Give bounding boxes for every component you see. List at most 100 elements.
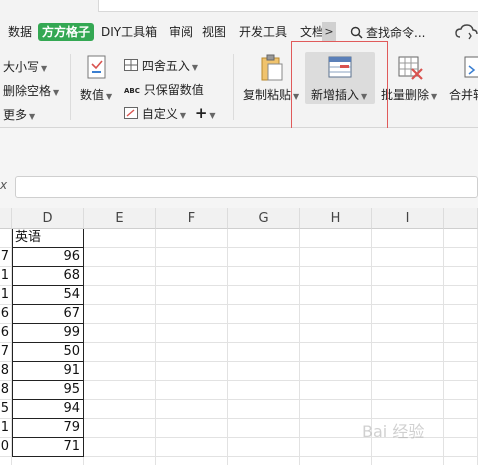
cell-c-value[interactable]: 0: [0, 438, 12, 457]
cell-empty[interactable]: [84, 381, 156, 400]
cell-d-value[interactable]: 95: [12, 381, 84, 400]
cell-d-header[interactable]: 英语: [12, 229, 84, 248]
cell-empty[interactable]: [372, 286, 444, 305]
cell-empty[interactable]: [156, 438, 228, 457]
cell-empty[interactable]: [300, 324, 372, 343]
menu-fangfang[interactable]: 方方格子: [38, 23, 95, 41]
command-search[interactable]: 查找命令...: [350, 23, 425, 41]
cell-empty[interactable]: [444, 267, 478, 286]
menu-view[interactable]: 视图: [202, 23, 226, 41]
batch-delete-button[interactable]: 批量删除 ▼: [378, 52, 440, 108]
cell-empty[interactable]: [0, 457, 12, 465]
menu-developer[interactable]: 开发工具: [239, 23, 287, 41]
cell-empty[interactable]: [444, 286, 478, 305]
cell-empty[interactable]: [228, 457, 300, 465]
cell-empty[interactable]: [372, 457, 444, 465]
cell-empty[interactable]: [372, 381, 444, 400]
more-button[interactable]: 更多 ▼: [3, 106, 35, 123]
document-tab[interactable]: [98, 0, 478, 12]
cell-empty[interactable]: [228, 267, 300, 286]
cell-empty[interactable]: [12, 457, 84, 465]
cell-empty[interactable]: [372, 305, 444, 324]
cell-empty[interactable]: [444, 248, 478, 267]
cell-empty[interactable]: [156, 362, 228, 381]
cell-c-value[interactable]: 7: [0, 343, 12, 362]
menu-scroll-right[interactable]: >: [322, 22, 336, 42]
cell-empty[interactable]: [300, 305, 372, 324]
cell-empty[interactable]: [300, 381, 372, 400]
cell-empty[interactable]: [444, 305, 478, 324]
value-button[interactable]: 数值 ▼: [76, 52, 116, 108]
cell-empty[interactable]: [300, 400, 372, 419]
cell-empty[interactable]: [228, 286, 300, 305]
menu-review[interactable]: 审阅: [169, 23, 193, 41]
cell-empty[interactable]: [300, 267, 372, 286]
cell-empty[interactable]: [228, 419, 300, 438]
cell-empty[interactable]: [228, 381, 300, 400]
remove-space-button[interactable]: 删除空格 ▼: [3, 82, 59, 99]
column-header-f[interactable]: F: [156, 208, 228, 229]
cell-d-value[interactable]: 54: [12, 286, 84, 305]
cell-c-value[interactable]: 7: [0, 248, 12, 267]
cell-empty[interactable]: [300, 457, 372, 465]
cell-empty[interactable]: [228, 343, 300, 362]
cell-empty[interactable]: [372, 400, 444, 419]
cell-empty[interactable]: [444, 343, 478, 362]
menu-document[interactable]: 文档: [300, 23, 322, 41]
cell-c-value[interactable]: 6: [0, 324, 12, 343]
copy-paste-button[interactable]: 复制粘贴 ▼: [239, 52, 299, 108]
cell-empty[interactable]: [300, 362, 372, 381]
cell-empty[interactable]: [300, 248, 372, 267]
column-header-g[interactable]: G: [228, 208, 300, 229]
menu-data[interactable]: 数据: [8, 23, 32, 41]
cell-d-value[interactable]: 67: [12, 305, 84, 324]
cell-empty[interactable]: [84, 324, 156, 343]
cell-c-value[interactable]: 8: [0, 381, 12, 400]
cell-empty[interactable]: [228, 305, 300, 324]
cell-d-value[interactable]: 68: [12, 267, 84, 286]
plus-icon[interactable]: +: [195, 104, 208, 122]
cell-empty[interactable]: [372, 324, 444, 343]
cell-d-value[interactable]: 79: [12, 419, 84, 438]
cell-empty[interactable]: [156, 248, 228, 267]
cell-empty[interactable]: [84, 457, 156, 465]
cell-c-value[interactable]: 8: [0, 362, 12, 381]
cell-empty[interactable]: [444, 362, 478, 381]
cell-empty[interactable]: [444, 324, 478, 343]
cell-empty[interactable]: [372, 362, 444, 381]
cell-empty[interactable]: [156, 305, 228, 324]
cell-empty[interactable]: [84, 343, 156, 362]
cell-empty[interactable]: [156, 286, 228, 305]
cell-empty[interactable]: [156, 267, 228, 286]
column-header-c[interactable]: [0, 208, 12, 229]
cell-empty[interactable]: [84, 305, 156, 324]
column-header-e[interactable]: E: [84, 208, 156, 229]
keep-value-button[interactable]: ABC 只保留数值: [124, 81, 204, 98]
cell-empty[interactable]: [300, 229, 372, 248]
cell-empty[interactable]: [156, 457, 228, 465]
cell-empty[interactable]: [228, 229, 300, 248]
cell-empty[interactable]: [444, 457, 478, 465]
cell-d-value[interactable]: 71: [12, 438, 84, 457]
column-header-j[interactable]: [444, 208, 478, 229]
cell-empty[interactable]: [156, 343, 228, 362]
cell-c-value[interactable]: 1: [0, 286, 12, 305]
cell-empty[interactable]: [84, 248, 156, 267]
column-header-d[interactable]: D: [12, 208, 84, 229]
cell-d-value[interactable]: 94: [12, 400, 84, 419]
cell-empty[interactable]: [156, 400, 228, 419]
cell-d-value[interactable]: 91: [12, 362, 84, 381]
cell-empty[interactable]: [156, 381, 228, 400]
cell-empty[interactable]: [444, 438, 478, 457]
round-button[interactable]: 四舍五入 ▼: [124, 57, 198, 74]
cell-d-value[interactable]: 99: [12, 324, 84, 343]
custom-button[interactable]: 自定义 ▼ + ▼: [124, 104, 216, 122]
cell-c-value[interactable]: 1: [0, 267, 12, 286]
cell-empty[interactable]: [228, 400, 300, 419]
cell-empty[interactable]: [372, 343, 444, 362]
cell-empty[interactable]: [84, 267, 156, 286]
cell-empty[interactable]: [156, 229, 228, 248]
cell-empty[interactable]: [444, 400, 478, 419]
column-header-i[interactable]: I: [372, 208, 444, 229]
cell-d-value[interactable]: 50: [12, 343, 84, 362]
